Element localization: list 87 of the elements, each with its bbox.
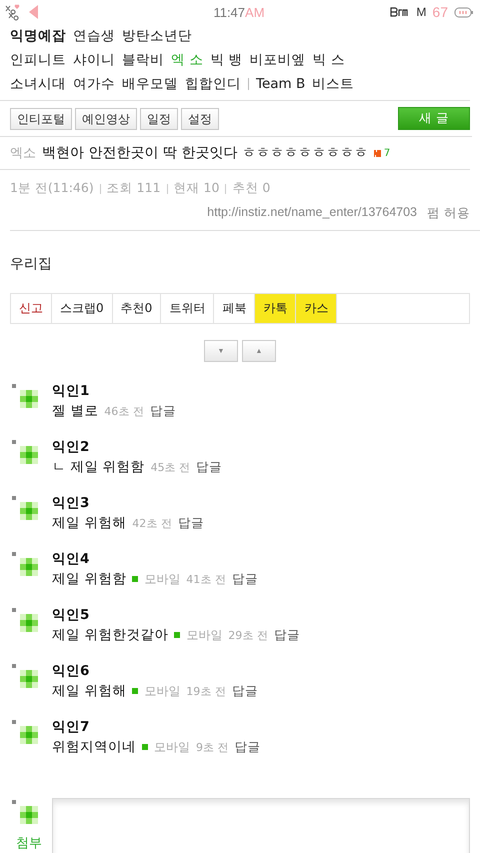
category-link[interactable]: 비포비엪 — [250, 51, 306, 69]
bullet-icon — [12, 496, 16, 500]
comment-time: 41초 전 — [186, 572, 226, 586]
category-link[interactable]: 힙합인디 — [185, 75, 241, 93]
bullet-icon — [12, 440, 16, 444]
category-link[interactable]: 비스트 — [312, 75, 354, 93]
comment-text: 제일 위험해 — [52, 682, 126, 700]
battery-icon — [454, 6, 474, 18]
bullet-icon — [12, 720, 16, 724]
bullet-icon — [12, 608, 16, 612]
commenter-name: 익인3 — [52, 494, 90, 512]
reply-link[interactable]: 답글 — [150, 402, 176, 420]
avatar-icon — [20, 806, 38, 824]
post-meta: 조회 111 — [106, 180, 161, 197]
commenter-name: 익인5 — [52, 606, 90, 624]
network-label: M — [416, 5, 426, 19]
bullet-icon — [12, 800, 16, 804]
vibrate-icon — [390, 7, 410, 17]
post-meta: 추천 0 — [232, 180, 270, 197]
comment-text: 위험지역이네 — [52, 738, 136, 756]
category-link[interactable]: 빅 뱅 — [210, 51, 243, 69]
reply-link[interactable]: 답글 — [274, 626, 300, 644]
mobile-label: 모바일 — [144, 682, 180, 700]
category-link[interactable]: 익명예잡 — [10, 27, 66, 45]
comment-input[interactable] — [52, 798, 470, 853]
nav-button[interactable]: 일정 — [140, 108, 178, 130]
category-link[interactable]: 빅 스 — [312, 51, 345, 69]
comment-count: 7 — [384, 148, 390, 158]
post-meta: 1분 전(11:46) — [10, 180, 94, 197]
nav-button[interactable]: 설정 — [181, 108, 219, 130]
mobile-label: 모바일 — [154, 738, 190, 756]
comment-text: 젤 별로 — [52, 402, 98, 420]
mobile-label: 모바일 — [144, 570, 180, 588]
comment-time: 42초 전 — [132, 516, 172, 530]
reply-link[interactable]: 답글 — [234, 738, 260, 756]
commenter-name: 익인6 — [52, 662, 90, 680]
comment-time: 29초 전 — [228, 628, 268, 642]
status-time: 11:47 — [213, 4, 246, 20]
category-link[interactable]: 샤이니 — [73, 51, 115, 69]
avatar-icon — [20, 614, 38, 632]
category-link[interactable]: 소녀시대 — [10, 75, 66, 93]
comment-text: ㄴ 제일 위험함 — [52, 458, 145, 476]
bullet-icon — [12, 552, 16, 556]
post-body: 우리집 — [9, 255, 53, 274]
avatar-icon — [20, 726, 38, 744]
reply-link[interactable]: 답글 — [196, 458, 222, 476]
mobile-label: 모바일 — [186, 626, 222, 644]
reply-link[interactable]: 답글 — [232, 570, 258, 588]
post-meta: 현재 10 — [174, 180, 220, 197]
category-link[interactable]: 방탄소년단 — [122, 27, 192, 45]
category-link[interactable]: 인피니트 — [10, 51, 66, 69]
commenter-name: 익인1 — [52, 382, 90, 400]
reply-link[interactable]: 답글 — [232, 682, 258, 700]
battery-percent: 67 — [432, 4, 448, 20]
share-button[interactable]: 카스 — [296, 294, 338, 323]
nav-button[interactable]: 예인영상 — [75, 108, 137, 130]
comment-time: 45초 전 — [150, 460, 190, 474]
bullet-icon — [12, 664, 16, 668]
comment-time: 46초 전 — [104, 404, 144, 418]
permission-label: 펌 허용 — [427, 205, 470, 222]
avatar-icon — [20, 390, 38, 408]
avatar-icon — [20, 502, 38, 520]
comment-text: 제일 위험한것같아 — [52, 626, 168, 644]
comment-text: 제일 위험해 — [52, 514, 126, 532]
post-url[interactable]: http://instiz.net/name_enter/13764703 — [207, 205, 418, 222]
commenter-name: 익인2 — [52, 438, 90, 456]
comment-time: 9초 전 — [196, 740, 228, 754]
post-category: 엑소 — [10, 145, 36, 162]
category-link[interactable]: 블락비 — [122, 51, 164, 69]
category-link[interactable]: Team B — [256, 76, 306, 92]
share-button[interactable]: 카톡 — [255, 294, 296, 323]
comment-time: 19초 전 — [186, 684, 226, 698]
avatar-icon — [20, 558, 38, 576]
status-ampm: AM — [245, 4, 265, 20]
avatar-icon — [20, 446, 38, 464]
reply-link[interactable]: 답글 — [178, 514, 204, 532]
category-link[interactable]: 여가수 — [73, 75, 115, 93]
category-link[interactable]: 배우모델 — [122, 75, 178, 93]
avatar-icon — [20, 670, 38, 688]
comment-text: 제일 위험함 — [52, 570, 126, 588]
bullet-icon — [12, 384, 16, 388]
post-title: 백현아 안전한곳이 딱 한곳잇다 ㅎㅎㅎㅎㅎㅎㅎㅎㅎ — [42, 144, 368, 162]
logo-icon — [4, 3, 22, 21]
category-link[interactable]: 연습생 — [73, 27, 115, 45]
nav-button[interactable]: 인티포털 — [10, 108, 72, 130]
commenter-name: 익인4 — [52, 550, 90, 568]
commenter-name: 익인7 — [52, 718, 90, 736]
